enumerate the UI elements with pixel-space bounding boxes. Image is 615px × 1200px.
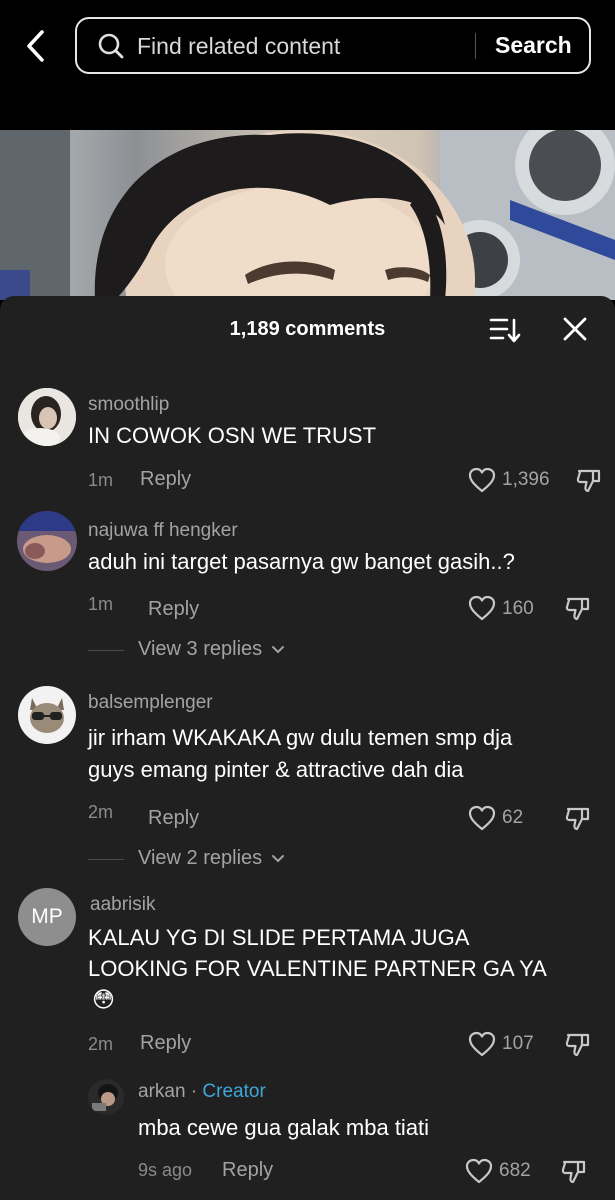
avatar[interactable] xyxy=(18,686,76,744)
heart-icon[interactable] xyxy=(468,467,496,493)
comment-count-title: 1,189 comments xyxy=(229,318,386,340)
avatar[interactable] xyxy=(88,1079,124,1115)
search-input[interactable]: Find related content Search xyxy=(75,17,591,74)
avatar[interactable]: MP xyxy=(18,888,76,946)
comment-text: IN COWOK OSN WE TRUST xyxy=(88,423,377,448)
thumbs-down-icon[interactable] xyxy=(560,1157,588,1185)
comment-time: 1m xyxy=(88,594,114,614)
close-icon[interactable] xyxy=(562,316,588,342)
chevron-down-icon xyxy=(271,855,284,863)
comment-time: 1m xyxy=(88,470,114,490)
like-count: 682 xyxy=(499,1160,531,1181)
search-icon xyxy=(98,33,124,59)
comment-username[interactable]: najuwa ff hengker xyxy=(88,520,238,542)
replies-divider xyxy=(88,859,124,860)
search-button[interactable]: Search xyxy=(495,32,572,59)
avatar[interactable] xyxy=(18,388,76,446)
heart-icon[interactable] xyxy=(465,1158,493,1184)
search-divider xyxy=(475,33,476,59)
avatar[interactable] xyxy=(17,511,77,571)
avatar-image xyxy=(18,686,76,744)
comments-sheet: 1,189 comments smoothlip IN COWOK OSN WE… xyxy=(0,296,615,1200)
reply-button[interactable]: Reply xyxy=(140,1032,191,1055)
comment-text-line-1: jir irham WKAKAKA gw dulu temen smp dja xyxy=(88,725,513,750)
comment-username[interactable]: balsemplenger xyxy=(88,692,213,714)
reply-username-line: arkan · Creator xyxy=(138,1081,266,1103)
username-separator: · xyxy=(185,1081,203,1102)
comment-time: 2m xyxy=(88,1034,114,1054)
comment-time: 2m xyxy=(88,802,114,822)
avatar-image xyxy=(88,1079,124,1115)
view-replies-label: View 3 replies xyxy=(138,638,263,660)
thumbs-down-icon[interactable] xyxy=(564,804,592,832)
heart-icon[interactable] xyxy=(468,1031,496,1057)
like-count: 160 xyxy=(502,598,534,619)
like-count: 107 xyxy=(502,1033,534,1054)
sort-icon[interactable] xyxy=(489,316,521,344)
replies-divider xyxy=(88,650,124,651)
like-count: 62 xyxy=(502,807,524,828)
reply-button[interactable]: Reply xyxy=(222,1159,273,1182)
reply-time: 9s ago xyxy=(138,1160,193,1180)
reply-button[interactable]: Reply xyxy=(140,468,191,491)
avatar-initials: MP xyxy=(31,905,63,928)
comment-text-line-2: LOOKING FOR VALENTINE PARTNER GA YA xyxy=(88,956,547,981)
comment-text-line-1: KALAU YG DI SLIDE PERTAMA JUGA xyxy=(88,925,470,950)
view-replies-button[interactable]: View 2 replies xyxy=(138,847,285,870)
creator-badge: Creator xyxy=(202,1081,266,1102)
thumbs-down-icon[interactable] xyxy=(564,594,592,622)
chevron-down-icon xyxy=(271,646,284,654)
back-button[interactable] xyxy=(18,26,52,66)
top-bar: Find related content Search xyxy=(0,0,615,130)
video-frame-image xyxy=(0,130,615,300)
video-preview[interactable] xyxy=(0,130,615,300)
like-count: 1,396 xyxy=(502,469,550,490)
thumbs-down-icon[interactable] xyxy=(575,466,603,494)
comment-username[interactable]: aabrisik xyxy=(90,894,155,916)
heart-icon[interactable] xyxy=(468,595,496,621)
comment-text-line-2: guys emang pinter & attractive dah dia xyxy=(88,757,464,782)
thumbs-down-icon[interactable] xyxy=(564,1030,592,1058)
avatar-image xyxy=(17,511,77,571)
reply-text: mba cewe gua galak mba tiati xyxy=(138,1115,430,1140)
view-replies-label: View 2 replies xyxy=(138,847,263,869)
comment-emoji: 😳 xyxy=(92,988,115,1013)
reply-button[interactable]: Reply xyxy=(148,807,199,830)
comment-username[interactable]: smoothlip xyxy=(88,394,169,416)
search-placeholder: Find related content xyxy=(137,33,341,59)
view-replies-button[interactable]: View 3 replies xyxy=(138,638,285,661)
heart-icon[interactable] xyxy=(468,805,496,831)
reply-username[interactable]: arkan xyxy=(138,1081,186,1102)
avatar-image xyxy=(18,388,76,446)
chevron-left-icon xyxy=(27,30,44,62)
reply-button[interactable]: Reply xyxy=(148,598,199,621)
comment-text: aduh ini target pasarnya gw banget gasih… xyxy=(88,549,515,574)
